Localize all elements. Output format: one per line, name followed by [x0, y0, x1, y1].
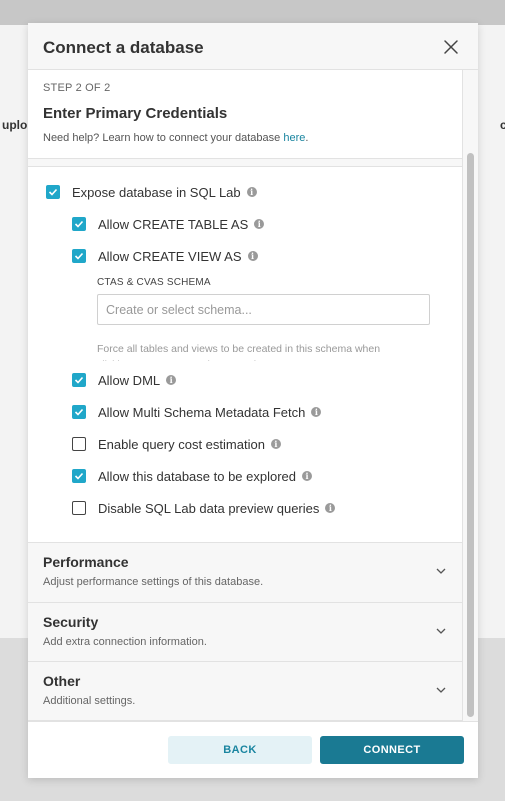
option-label: Expose database in SQL Lab — [72, 184, 241, 200]
checkbox-multi-schema[interactable] — [72, 405, 86, 419]
schema-help-text: Force all tables and views to be created… — [97, 343, 381, 361]
section-subtitle: Additional settings. — [43, 695, 136, 707]
option-label: Allow DML — [98, 372, 161, 388]
connect-button[interactable]: CONNECT — [320, 736, 464, 764]
section-title: Security — [43, 614, 99, 630]
info-icon[interactable]: i — [247, 251, 258, 261]
option-allow-dml[interactable]: Allow DML i — [72, 371, 177, 389]
option-cost-estimation[interactable]: Enable query cost estimation i — [72, 435, 281, 453]
option-label: Allow CREATE VIEW AS — [98, 248, 242, 264]
close-icon — [444, 40, 458, 54]
info-icon[interactable]: i — [311, 407, 322, 417]
option-expose-sql-lab[interactable]: Expose database in SQL Lab i — [46, 183, 257, 201]
info-icon[interactable]: i — [302, 471, 313, 481]
checkbox-create-table-as[interactable] — [72, 217, 86, 231]
help-text-suffix: . — [305, 132, 309, 144]
option-label: Allow this database to be explored — [98, 468, 297, 484]
option-multi-schema[interactable]: Allow Multi Schema Metadata Fetch i — [72, 403, 322, 421]
section-other[interactable]: Other Additional settings. — [28, 661, 462, 721]
option-create-table-as[interactable]: Allow CREATE TABLE AS i — [72, 215, 265, 233]
checkbox-allow-dml[interactable] — [72, 373, 86, 387]
info-icon[interactable]: i — [270, 439, 281, 449]
modal-body: STEP 2 OF 2 Enter Primary Credentials Ne… — [28, 70, 478, 721]
checkbox-cost-estimation[interactable] — [72, 437, 86, 451]
section-divider — [28, 159, 462, 167]
step-header: STEP 2 OF 2 Enter Primary Credentials Ne… — [28, 70, 462, 159]
option-label: Enable query cost estimation — [98, 436, 265, 452]
option-label: Allow Multi Schema Metadata Fetch — [98, 404, 306, 420]
connect-database-modal: Connect a database STEP 2 OF 2 Enter Pri… — [28, 23, 478, 778]
sql-lab-options: Expose database in SQL Lab i Allow CREAT… — [28, 167, 462, 542]
help-text: Need help? Learn how to connect your dat… — [43, 132, 308, 144]
info-icon[interactable]: i — [166, 375, 177, 385]
scrollbar-thumb[interactable] — [467, 153, 474, 717]
modal-header: Connect a database — [28, 23, 478, 70]
checkbox-explore[interactable] — [72, 469, 86, 483]
step-title: Enter Primary Credentials — [43, 105, 228, 122]
chevron-down-icon — [436, 687, 446, 693]
checkbox-create-view-as[interactable] — [72, 249, 86, 263]
schema-label: CTAS & CVAS SCHEMA — [97, 277, 211, 288]
help-text-prefix: Need help? Learn how to connect your dat… — [43, 132, 284, 144]
help-link[interactable]: here — [283, 132, 305, 144]
option-create-view-as[interactable]: Allow CREATE VIEW AS i — [72, 247, 258, 265]
option-label: Disable SQL Lab data preview queries — [98, 500, 320, 516]
modal-title: Connect a database — [43, 38, 204, 57]
schema-select-input[interactable] — [97, 294, 430, 325]
section-performance[interactable]: Performance Adjust performance settings … — [28, 542, 462, 602]
backdrop-left-text: uplo — [2, 118, 28, 132]
close-button[interactable] — [442, 38, 460, 56]
section-title: Performance — [43, 554, 129, 570]
option-label: Allow CREATE TABLE AS — [98, 216, 249, 232]
checkbox-disable-preview[interactable] — [72, 501, 86, 515]
info-icon[interactable]: i — [325, 503, 336, 513]
info-icon[interactable]: i — [246, 187, 257, 197]
section-subtitle: Adjust performance settings of this data… — [43, 576, 264, 588]
section-security[interactable]: Security Add extra connection informatio… — [28, 602, 462, 662]
modal-footer: BACK CONNECT — [28, 721, 478, 778]
option-explore[interactable]: Allow this database to be explored i — [72, 467, 313, 485]
chevron-down-icon — [436, 568, 446, 574]
backdrop-right-text: c — [500, 118, 505, 132]
backdrop-top-band — [0, 0, 505, 25]
section-title: Other — [43, 673, 81, 689]
info-icon[interactable]: i — [254, 219, 265, 229]
checkbox-expose-sql-lab[interactable] — [46, 185, 60, 199]
back-button[interactable]: BACK — [168, 736, 312, 764]
step-label: STEP 2 OF 2 — [43, 82, 111, 94]
option-disable-preview[interactable]: Disable SQL Lab data preview queries i — [72, 499, 336, 517]
chevron-down-icon — [436, 628, 446, 634]
section-subtitle: Add extra connection information. — [43, 636, 207, 648]
